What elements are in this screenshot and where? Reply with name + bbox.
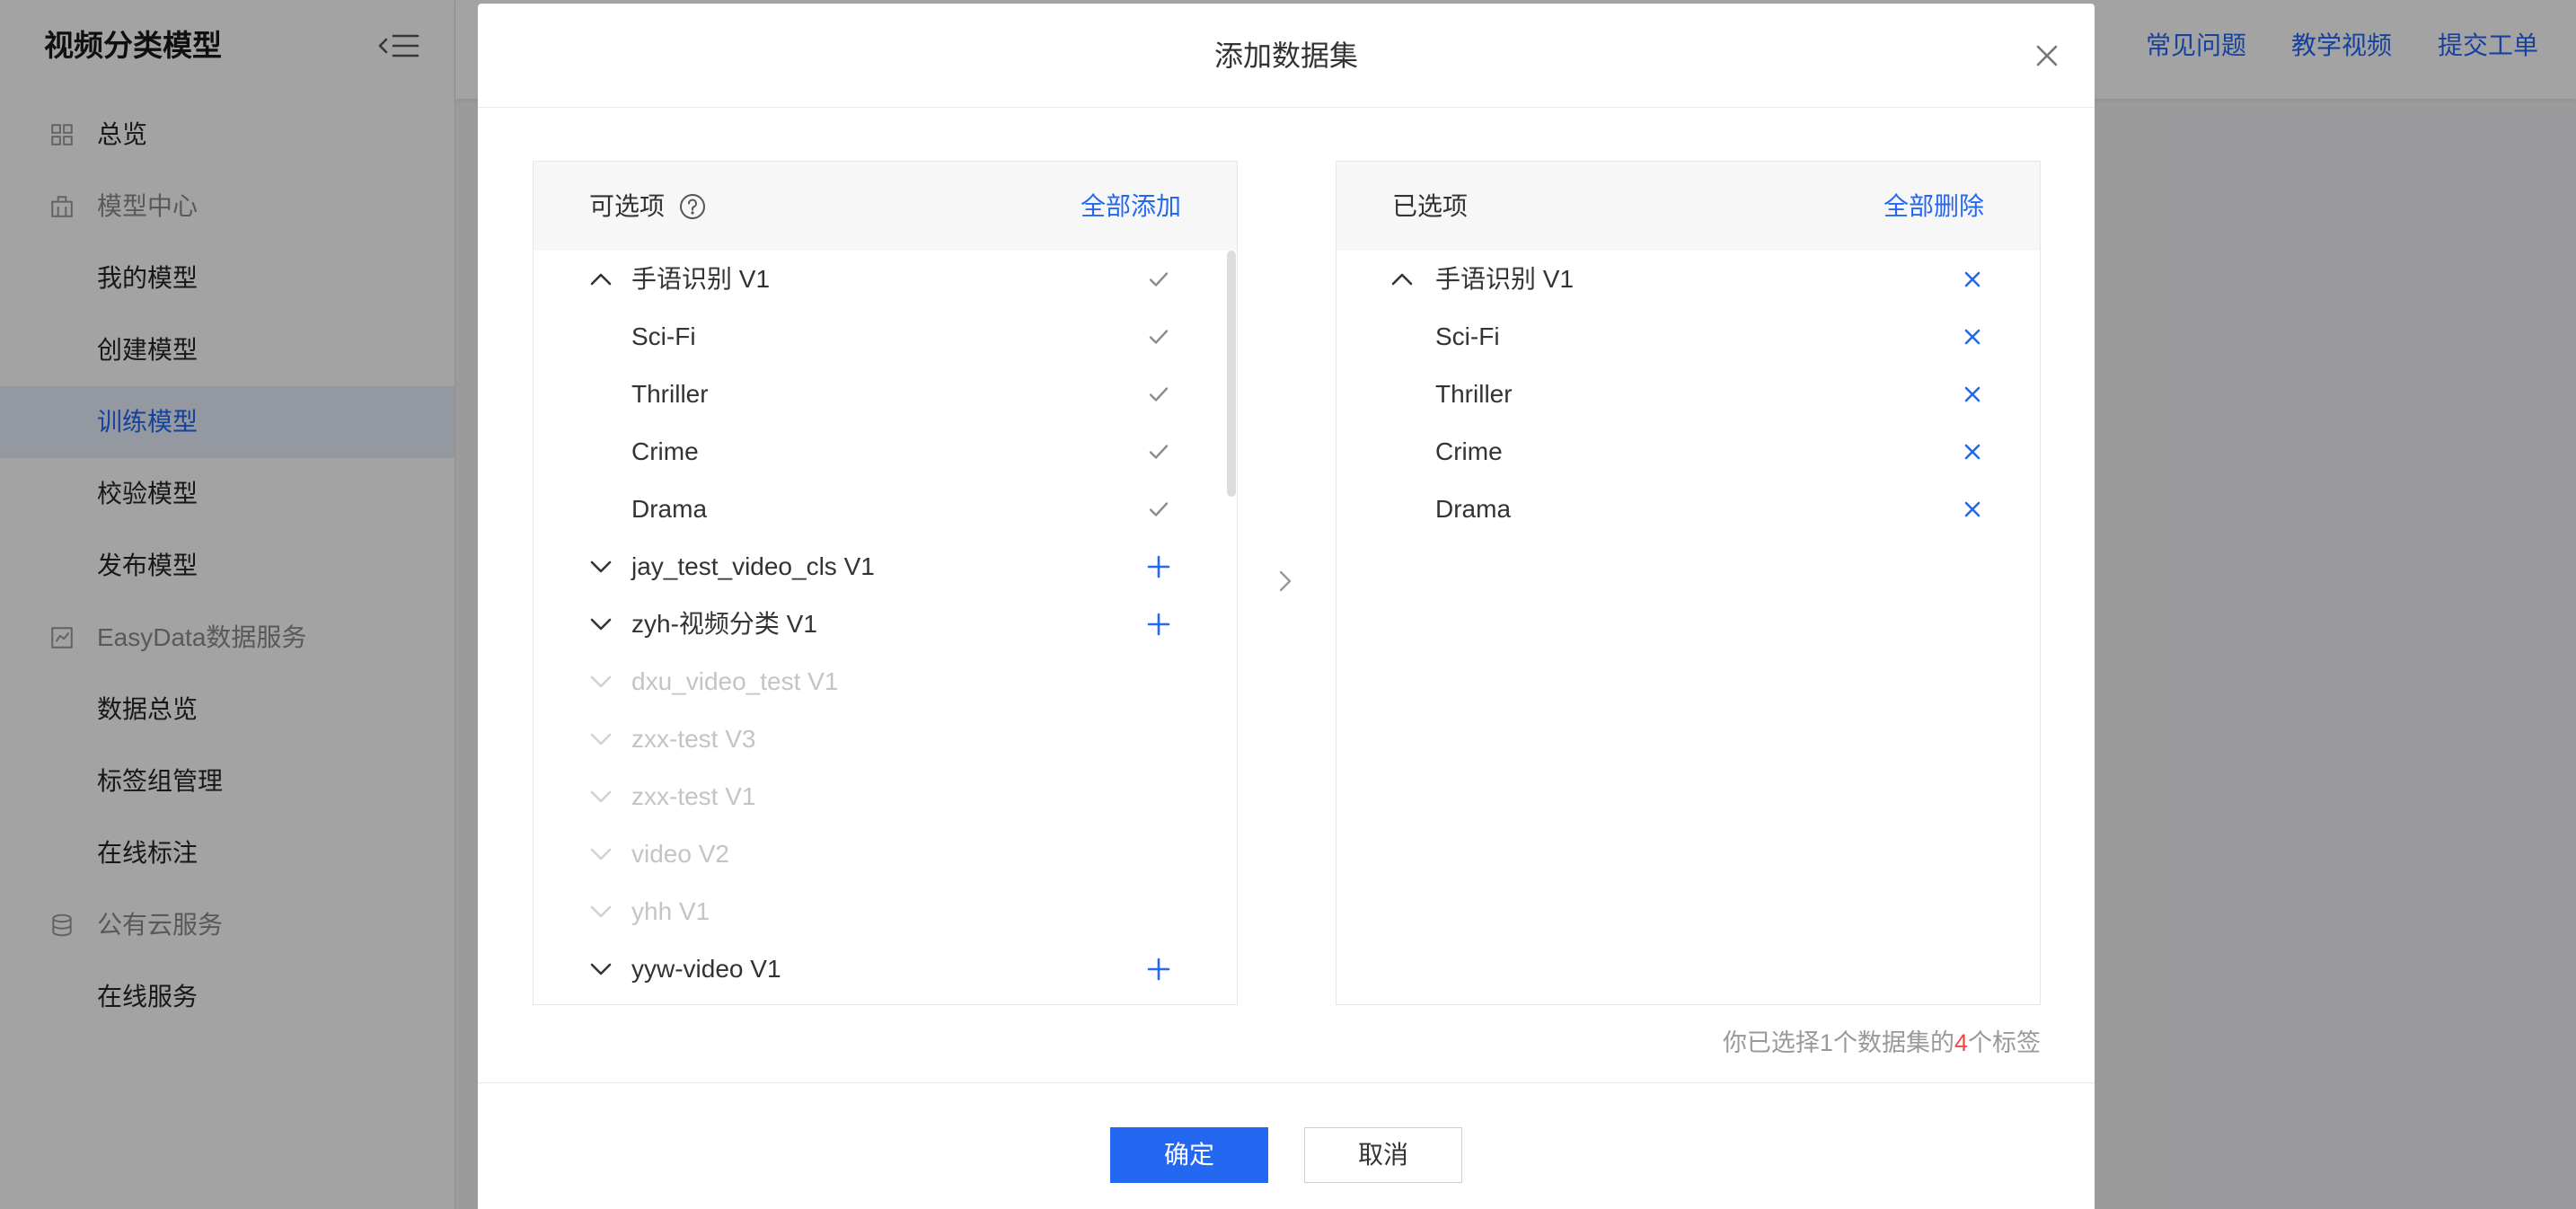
tag-label: Drama: [631, 495, 708, 523]
dataset-label: yyw-video V1: [631, 955, 781, 983]
remove-all-button[interactable]: 全部删除: [1883, 162, 1984, 251]
tag-row[interactable]: Drama: [1337, 481, 2040, 538]
check-icon[interactable]: [1146, 267, 1171, 292]
plus-icon[interactable]: [1146, 554, 1171, 579]
available-list[interactable]: 手语识别 V1 Sci-Fi Thriller Crime Drama jay_test_…: [534, 251, 1237, 1004]
tag-row[interactable]: Thriller: [1337, 366, 2040, 423]
selected-panel-header: 已选项 全部删除: [1337, 162, 2040, 251]
tag-label: Sci-Fi: [1435, 322, 1500, 350]
tag-row[interactable]: Sci-Fi: [534, 308, 1237, 366]
modal-header-divider: [478, 107, 2095, 108]
close-icon[interactable]: [1960, 382, 1985, 407]
summary-count: 4: [1954, 1029, 1968, 1056]
chevron-down-icon: [589, 785, 613, 808]
chevron-down-icon: [589, 843, 613, 866]
check-icon[interactable]: [1146, 497, 1171, 522]
chevron-down-icon: [589, 900, 613, 923]
dataset-label: 手语识别 V1: [1435, 265, 1575, 293]
tag-label: Drama: [1435, 495, 1512, 523]
close-icon[interactable]: [1960, 267, 1985, 292]
chevron-down-icon[interactable]: [589, 613, 613, 636]
available-panel-header: 可选项 全部添加: [534, 162, 1237, 251]
modal-footer-divider: [478, 1082, 2095, 1083]
close-icon[interactable]: [1960, 324, 1985, 349]
tag-label: Crime: [631, 437, 699, 465]
dataset-label: 手语识别 V1: [631, 265, 771, 293]
check-icon[interactable]: [1146, 382, 1171, 407]
add-dataset-modal: 添加数据集 可选项 全部添加 手语识别 V1 Sci-Fi Thriller Crim…: [478, 4, 2095, 1209]
chevron-down-icon: [589, 670, 613, 693]
check-icon[interactable]: [1146, 439, 1171, 464]
chevron-down-icon[interactable]: [589, 957, 613, 981]
dataset-row[interactable]: 手语识别 V1: [534, 251, 1237, 308]
available-panel-title: 可选项: [589, 192, 666, 220]
scrollbar-thumb[interactable]: [1227, 251, 1236, 497]
dataset-row[interactable]: jay_test_video_cls V1: [534, 538, 1237, 596]
dataset-row[interactable]: yyw-video V1: [534, 940, 1237, 998]
selected-panel-title: 已选项: [1392, 192, 1469, 220]
tag-row[interactable]: Drama: [534, 481, 1237, 538]
tag-row[interactable]: Thriller: [534, 366, 1237, 423]
dataset-row: zxx-test V1: [534, 768, 1237, 825]
tag-row[interactable]: Crime: [534, 423, 1237, 481]
dataset-row[interactable]: zyh-视频分类 V1: [534, 596, 1237, 653]
cancel-button[interactable]: 取消: [1304, 1127, 1462, 1183]
tag-label: Crime: [1435, 437, 1503, 465]
summary-prefix: 你已选择1个数据集的: [1722, 1029, 1954, 1056]
tag-row[interactable]: Crime: [1337, 423, 2040, 481]
dataset-row: dxu_video_test V1: [534, 653, 1237, 710]
chevron-up-icon[interactable]: [1390, 268, 1414, 291]
dataset-row: yhh V1: [534, 883, 1237, 940]
add-all-button[interactable]: 全部添加: [1081, 162, 1181, 251]
tag-label: Sci-Fi: [631, 322, 696, 350]
dataset-label: zxx-test V1: [631, 782, 756, 810]
dataset-label: jay_test_video_cls V1: [631, 552, 875, 580]
dataset-row[interactable]: 手语识别 V1: [1337, 251, 2040, 308]
dataset-label: video V2: [631, 840, 729, 868]
tag-row[interactable]: Sci-Fi: [1337, 308, 2040, 366]
chevron-right-icon: [1277, 568, 1293, 595]
tag-label: Thriller: [631, 380, 709, 408]
modal-title: 添加数据集: [1213, 40, 1358, 72]
chevron-down-icon: [589, 728, 613, 751]
dataset-row: video V2: [534, 825, 1237, 883]
summary-suffix: 个标签: [1968, 1029, 2041, 1056]
tag-label: Thriller: [1435, 380, 1513, 408]
close-icon[interactable]: [1960, 497, 1985, 522]
selected-list[interactable]: 手语识别 V1 Sci-Fi Thriller Crime Drama: [1337, 251, 2040, 1004]
close-icon[interactable]: [1960, 439, 1985, 464]
available-panel: 可选项 全部添加 手语识别 V1 Sci-Fi Thriller Crime Drama…: [533, 161, 1238, 1005]
dataset-label: zyh-视频分类 V1: [631, 610, 817, 638]
chevron-up-icon[interactable]: [589, 268, 613, 291]
chevron-down-icon[interactable]: [589, 555, 613, 578]
plus-icon[interactable]: [1146, 957, 1171, 982]
plus-icon[interactable]: [1146, 612, 1171, 637]
close-icon[interactable]: [2035, 44, 2059, 67]
dataset-label: yhh V1: [631, 897, 710, 925]
selected-panel: 已选项 全部删除 手语识别 V1 Sci-Fi Thriller Crime Drama: [1336, 161, 2041, 1005]
help-icon[interactable]: [679, 193, 706, 220]
selection-summary: 你已选择1个数据集的4个标签: [1723, 1026, 2041, 1060]
dataset-label: dxu_video_test V1: [631, 667, 839, 695]
dataset-row: zxx-test V3: [534, 710, 1237, 768]
dataset-label: zxx-test V3: [631, 725, 756, 753]
check-icon[interactable]: [1146, 324, 1171, 349]
confirm-button[interactable]: 确定: [1110, 1127, 1268, 1183]
